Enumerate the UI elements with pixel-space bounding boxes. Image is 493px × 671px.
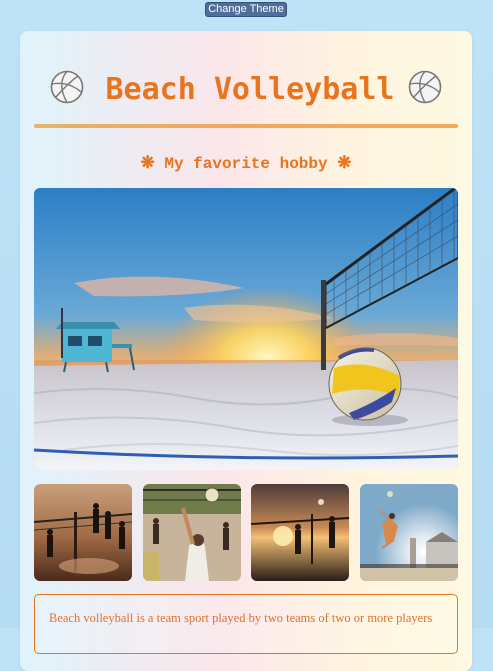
subtitle-text: My favorite hobby <box>164 155 328 173</box>
flower-icon: ❋ <box>140 155 155 174</box>
flower-icon: ❋ <box>337 155 352 174</box>
thumbnail-image[interactable] <box>251 484 349 581</box>
hero-image <box>34 188 458 470</box>
title-divider <box>34 124 458 128</box>
thumbnail-image[interactable] <box>34 484 132 581</box>
change-theme-button[interactable]: Change Theme <box>205 2 287 17</box>
description-text: Beach volleyball is a team sport played … <box>49 611 433 625</box>
thumbnail-image[interactable] <box>360 484 458 581</box>
page-title: Beach Volleyball <box>105 72 395 107</box>
title-row: Beach Volleyball <box>30 70 442 110</box>
subtitle: ❋ My favorite hobby ❋ <box>34 153 458 174</box>
description-box: Beach volleyball is a team sport played … <box>34 594 458 654</box>
volleyball-icon <box>408 70 442 104</box>
thumbnail-gallery <box>34 484 458 581</box>
thumbnail-image[interactable] <box>143 484 241 581</box>
